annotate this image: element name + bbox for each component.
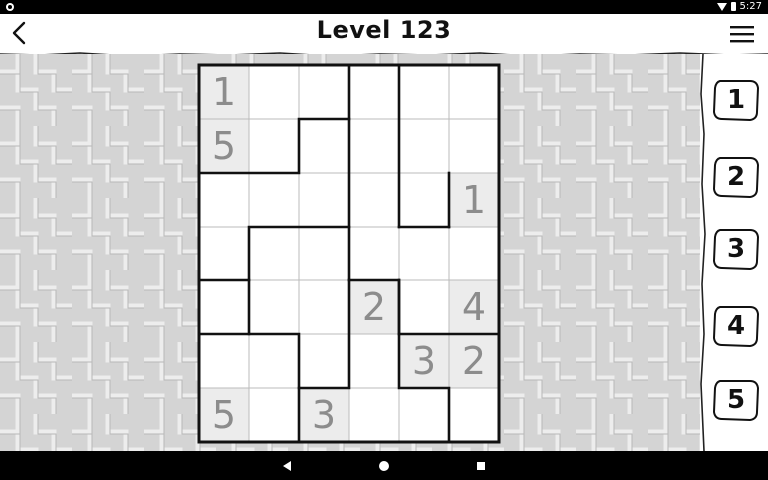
grid-cell[interactable] (299, 334, 349, 388)
page-title: Level 123 (316, 16, 452, 44)
grid-cell[interactable] (449, 388, 499, 442)
grid-cell[interactable] (399, 119, 449, 173)
wifi-icon (716, 2, 727, 11)
grid-cell[interactable] (249, 119, 299, 173)
grid-cell[interactable]: 1 (449, 173, 499, 227)
grid-cell[interactable] (249, 280, 299, 334)
grid-cell[interactable] (299, 280, 349, 334)
torn-paper-edge (700, 54, 706, 451)
grid-cell[interactable] (349, 334, 399, 388)
grid-cell[interactable]: 5 (199, 388, 249, 442)
number-button-5[interactable]: 5 (712, 378, 760, 422)
status-bar: 5:27 (0, 0, 768, 14)
grid-cell[interactable] (249, 334, 299, 388)
chevron-left-icon[interactable] (6, 18, 34, 48)
grid-cell[interactable] (399, 65, 449, 119)
number-button-2[interactable]: 2 (712, 155, 760, 199)
grid-cell[interactable] (449, 65, 499, 119)
grid-cell[interactable] (349, 227, 399, 280)
puzzle-grid: 151243253 (197, 63, 501, 444)
status-time: 5:27 (739, 1, 762, 12)
grid-cell[interactable] (399, 280, 449, 334)
grid-cell[interactable] (299, 227, 349, 280)
grid-cell[interactable]: 5 (199, 119, 249, 173)
battery-icon (730, 2, 736, 11)
grid-cell[interactable] (249, 173, 299, 227)
number-button-4[interactable]: 4 (712, 304, 760, 348)
number-button-1[interactable]: 1 (712, 78, 760, 122)
grid-cell[interactable]: 4 (449, 280, 499, 334)
grid-cell[interactable] (399, 388, 449, 442)
number-button-label: 1 (726, 85, 746, 115)
grid-cell[interactable] (249, 227, 299, 280)
android-nav-bar (0, 451, 768, 480)
grid-cell[interactable] (249, 388, 299, 442)
grid-cell[interactable] (299, 65, 349, 119)
home-circle-icon[interactable] (375, 457, 393, 475)
grid-cell[interactable] (199, 173, 249, 227)
grid-cell[interactable] (399, 173, 449, 227)
grid-cell[interactable] (249, 65, 299, 119)
number-button-label: 3 (726, 234, 746, 264)
grid-cell[interactable]: 1 (199, 65, 249, 119)
grid-cell[interactable] (349, 65, 399, 119)
back-triangle-icon[interactable] (278, 457, 296, 475)
number-button-label: 5 (726, 385, 746, 415)
status-icons: 5:27 (716, 1, 762, 12)
grid-cell[interactable] (449, 119, 499, 173)
number-button-3[interactable]: 3 (712, 227, 760, 271)
grid-cell[interactable]: 3 (399, 334, 449, 388)
grid-cell[interactable] (449, 227, 499, 280)
grid-cell[interactable]: 2 (449, 334, 499, 388)
notification-icon (6, 3, 14, 11)
grid-cell[interactable] (349, 173, 399, 227)
grid-cell[interactable] (199, 227, 249, 280)
grid-cell[interactable] (299, 119, 349, 173)
number-pad: 1 2 3 4 5 (700, 54, 768, 451)
grid-cell[interactable] (399, 227, 449, 280)
grid-cell[interactable] (349, 388, 399, 442)
grid-cell[interactable] (349, 119, 399, 173)
grid-cell[interactable]: 3 (299, 388, 349, 442)
grid-cell[interactable] (199, 280, 249, 334)
grid-cell[interactable] (299, 173, 349, 227)
grid-cell[interactable]: 2 (349, 280, 399, 334)
app-header: Level 123 (0, 14, 768, 58)
number-button-label: 4 (726, 311, 746, 341)
recents-square-icon[interactable] (472, 457, 490, 475)
hamburger-menu-icon[interactable] (728, 22, 756, 46)
number-button-label: 2 (726, 162, 746, 192)
grid-cell[interactable] (199, 334, 249, 388)
